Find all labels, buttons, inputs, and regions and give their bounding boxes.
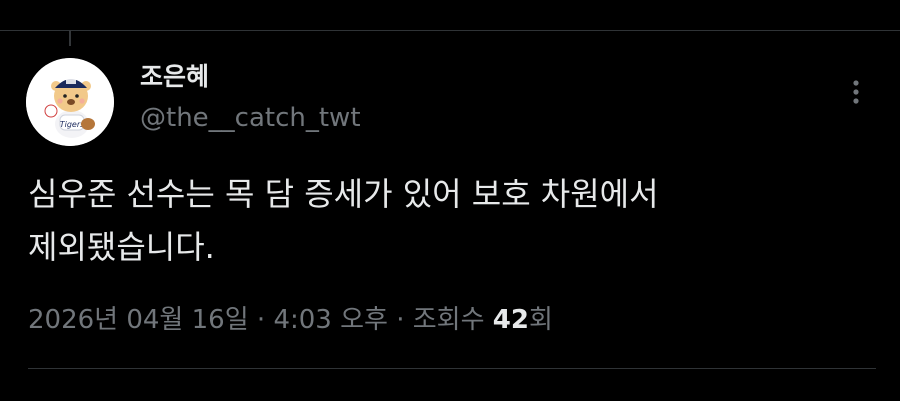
author-display-name[interactable]: 조은혜 [140,62,209,92]
bear-mascot-icon: Tigers [26,58,114,146]
tweet-date[interactable]: 2026년 04월 16일 [28,305,249,335]
tweet-time[interactable]: 4:03 오후 [273,305,388,335]
author-handle[interactable]: @the__catch_twt [140,102,361,134]
views-label: 조회수 [412,305,493,335]
meta-separator: · [248,305,274,335]
views-count[interactable]: 42 [493,305,529,335]
top-divider [0,30,900,31]
views-suffix: 회 [528,305,553,335]
svg-text:Tigers: Tigers [60,120,85,129]
tweet-text: 심우준 선수는 목 담 증세가 있어 보호 차원에서 제외됐습니다. [28,175,659,266]
tweet-meta: 2026년 04월 16일 · 4:03 오후 · 조회수 42회 [28,300,553,340]
meta-separator: · [387,305,413,335]
more-options-button[interactable] [838,74,874,110]
thread-connector-line [69,30,71,46]
avatar[interactable]: Tigers [26,58,114,146]
bottom-divider [28,368,876,369]
more-vertical-icon [853,80,859,104]
